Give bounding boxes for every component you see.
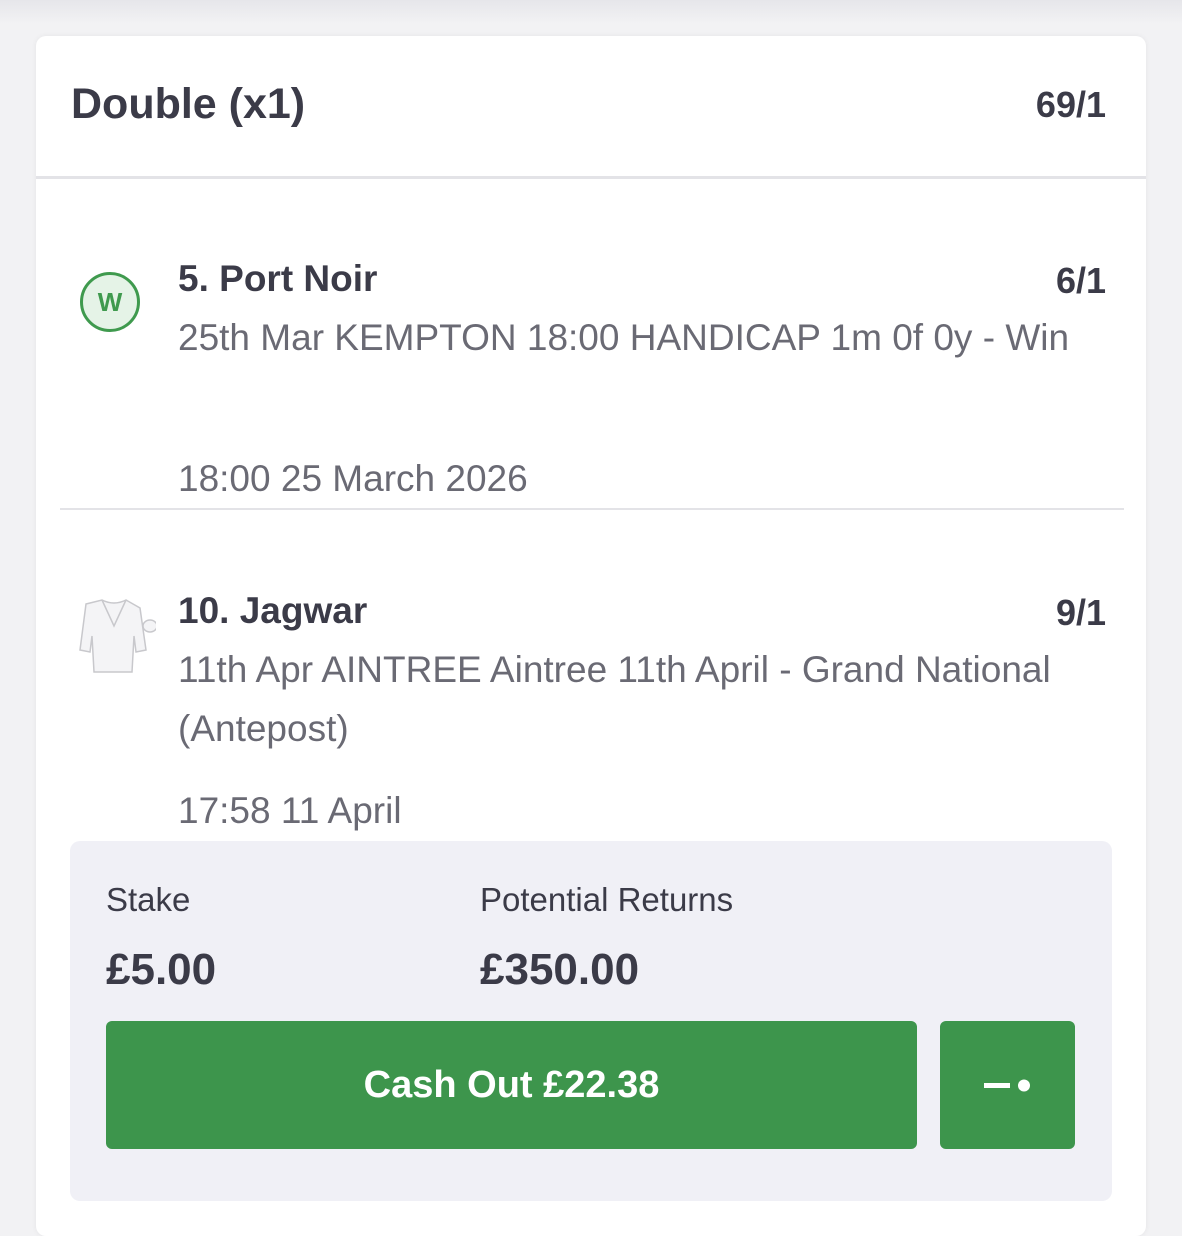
potential-returns-label: Potential Returns [480, 881, 734, 918]
cash-out-button[interactable]: Cash Out £22.38 [106, 1021, 917, 1149]
bet-type-title: Double (x1) [71, 80, 306, 128]
win-badge-icon: W [80, 272, 140, 332]
selection-item: 10. Jagwar 9/1 11th Apr AINTREE Aintree … [36, 548, 1146, 848]
cash-out-label: Cash Out £22.38 [363, 1063, 660, 1106]
selection-item: W 5. Port Noir 6/1 25th Mar KEMPTON 18:0… [36, 216, 1146, 546]
selection-odds: 9/1 [1055, 592, 1106, 633]
selection-time: 17:58 11 April [178, 790, 402, 831]
bet-card: Double (x1) 69/1 W 5. Port Noir 6/1 25th… [36, 36, 1146, 1236]
selection-time: 18:00 25 March 2026 [178, 458, 528, 499]
selection-description: 25th Mar KEMPTON 18:00 HANDICAP 1m 0f 0y… [178, 317, 1070, 358]
potential-returns-value: £350.00 [480, 945, 640, 994]
jockey-silks-icon [79, 599, 156, 673]
partial-cashout-button[interactable] [940, 1021, 1075, 1149]
partial-cashout-slider-icon [983, 1079, 1030, 1092]
selection-odds: 6/1 [1055, 260, 1106, 301]
win-badge-letter: W [97, 286, 123, 317]
selection-name: 5. Port Noir [178, 258, 378, 299]
selection-divider [60, 508, 1124, 510]
stake-label: Stake [106, 881, 191, 918]
selection-description: 11th Apr AINTREE Aintree 11th April - Gr… [178, 649, 1051, 749]
top-shadow [0, 0, 1182, 24]
stake-panel: Stake Potential Returns £5.00 £350.00 Ca… [70, 841, 1112, 1201]
selection-name: 10. Jagwar [178, 590, 368, 631]
bet-header: Double (x1) 69/1 [36, 36, 1146, 179]
stake-value: £5.00 [106, 945, 217, 994]
bet-total-odds: 69/1 [1035, 84, 1106, 125]
